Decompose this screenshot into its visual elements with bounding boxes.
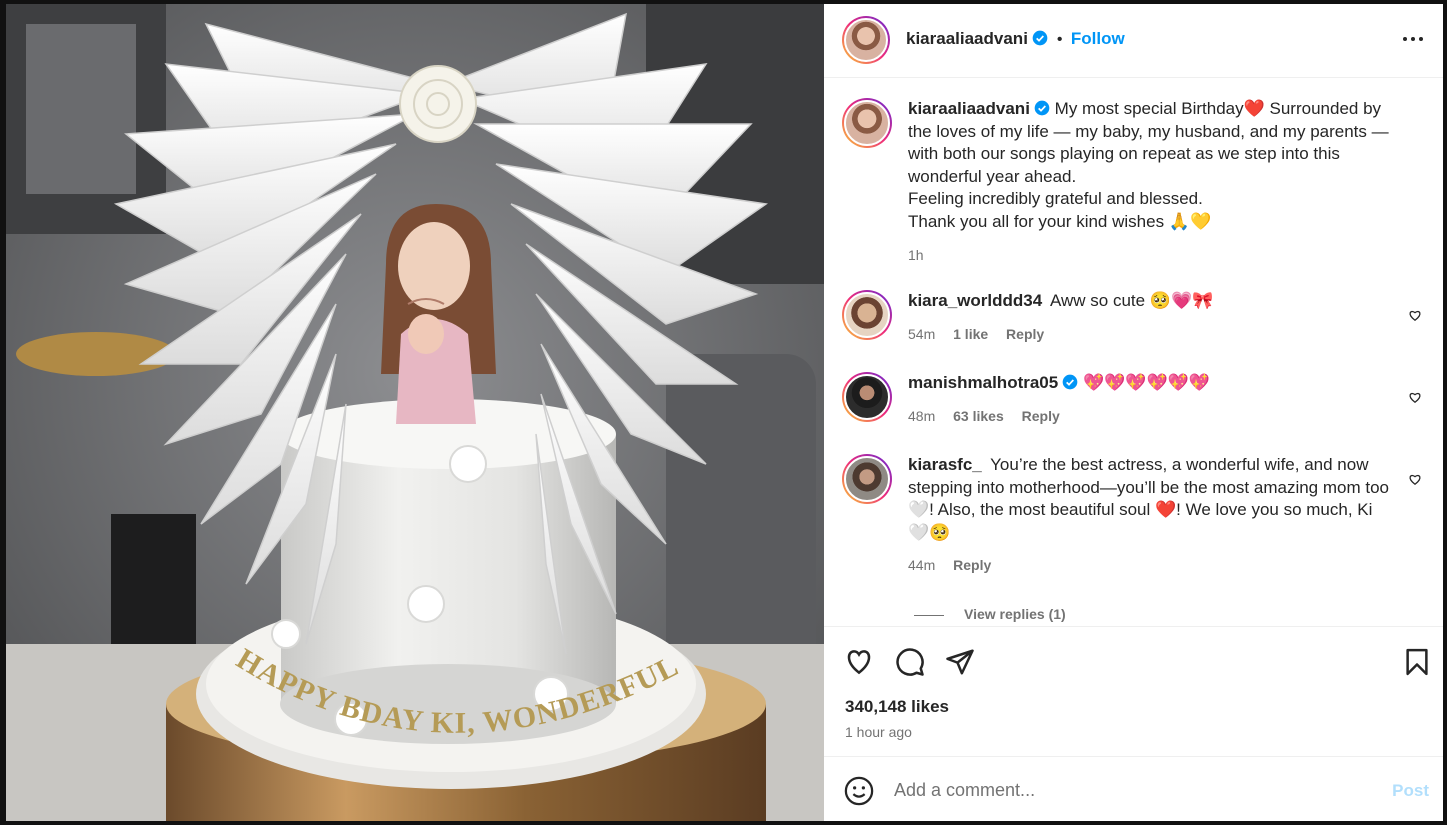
comment-text: 💖💖💖💖💖💖 xyxy=(1082,373,1210,392)
verified-badge-icon xyxy=(1062,374,1078,390)
comment-icon[interactable] xyxy=(895,647,925,677)
view-replies-button[interactable]: View replies (1) xyxy=(914,606,1066,622)
comments-list[interactable]: kiaraaliaadvani My most special Birthday… xyxy=(824,78,1443,626)
share-icon[interactable] xyxy=(945,647,975,677)
add-comment-bar: Post xyxy=(824,756,1443,821)
comment-likes[interactable]: 63 likes xyxy=(953,408,1004,424)
comment-time: 48m xyxy=(908,407,936,424)
caption-time: 1h xyxy=(908,246,924,263)
post-image[interactable]: HAPPY BDAY KI, WONDERFUL MAMA! xyxy=(6,4,824,821)
reply-button[interactable]: Reply xyxy=(1006,326,1044,342)
bookmark-icon[interactable] xyxy=(1402,647,1432,677)
heart-icon[interactable] xyxy=(844,647,874,677)
heart-icon[interactable] xyxy=(1408,472,1422,486)
comment-username[interactable]: kiarasfc_ xyxy=(908,455,982,474)
comment-time: 54m xyxy=(908,325,936,342)
likes-count[interactable]: 340,148 likes xyxy=(845,697,949,717)
divider xyxy=(914,614,944,616)
comment-input[interactable] xyxy=(894,775,1354,805)
avatar[interactable] xyxy=(842,290,892,340)
avatar[interactable] xyxy=(842,372,892,422)
comment-time: 44m xyxy=(908,557,936,574)
yellow-heart-emoji: 💛 xyxy=(1189,211,1212,231)
post-author-username[interactable]: kiaraaliaadvani xyxy=(906,29,1028,48)
more-icon[interactable] xyxy=(1401,27,1425,51)
view-replies-label: View replies (1) xyxy=(964,606,1066,622)
caption-text: My most special Birthday xyxy=(1054,99,1244,118)
verified-badge-icon xyxy=(1034,100,1050,116)
reply-button[interactable]: Reply xyxy=(1022,408,1060,424)
comment-username[interactable]: kiara_worlddd34 xyxy=(908,291,1042,310)
verified-badge-icon xyxy=(1033,30,1048,46)
post-detail-panel: kiaraaliaadvani • Follow kiaraaliaadvani… xyxy=(824,4,1443,821)
post-header: kiaraaliaadvani • Follow xyxy=(824,4,1443,78)
heart-icon[interactable] xyxy=(1408,390,1422,404)
follow-button[interactable]: Follow xyxy=(1071,29,1125,48)
post-time: 1 hour ago xyxy=(845,724,912,740)
avatar[interactable] xyxy=(842,454,892,504)
post-actions: 340,148 likes 1 hour ago xyxy=(824,626,1443,756)
cake-illustration: HAPPY BDAY KI, WONDERFUL MAMA! xyxy=(6,4,824,821)
post-comment-button[interactable]: Post xyxy=(1392,781,1429,801)
comment-username[interactable]: manishmalhotra05 xyxy=(908,373,1058,392)
emoji-icon[interactable] xyxy=(844,776,874,806)
pray-emoji: 🙏 xyxy=(1168,211,1190,231)
red-heart-emoji: ❤️ xyxy=(1243,99,1265,118)
comment-likes[interactable]: 1 like xyxy=(953,326,988,342)
reply-button[interactable]: Reply xyxy=(953,557,991,573)
comment-text: Aww so cute 🥺💗🎀 xyxy=(1049,291,1214,310)
caption-line-3: Thank you all for your kind wishes xyxy=(908,211,1165,231)
caption-username[interactable]: kiaraaliaadvani xyxy=(908,99,1030,118)
caption-meta: 1h xyxy=(908,244,1408,267)
caption-line-2: Feeling incredibly grateful and blessed. xyxy=(908,189,1203,209)
heart-icon[interactable] xyxy=(1408,308,1422,322)
app-window: HAPPY BDAY KI, WONDERFUL MAMA! kiaraalia… xyxy=(0,0,1447,825)
avatar[interactable] xyxy=(842,98,892,148)
avatar[interactable] xyxy=(842,16,890,64)
